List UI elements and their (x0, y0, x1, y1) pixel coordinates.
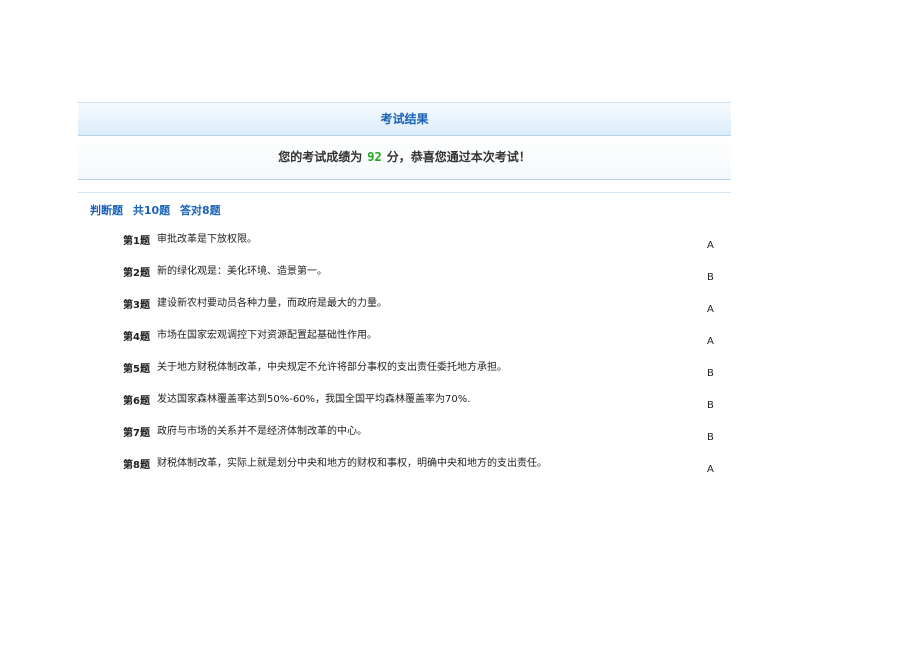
question-number: 第1题 (123, 236, 150, 247)
question-text: 关于地方财税体制改革，中央规定不允许将部分事权的支出责任委托地方承担。 (157, 362, 507, 373)
question-number: 第6题 (123, 396, 150, 407)
section-correct: 答对8题 (180, 204, 221, 217)
question-text: 发达国家森林覆盖率达到50%-60%，我国全国平均森林覆盖率为70%. (157, 394, 471, 405)
section-type: 判断题 (90, 204, 123, 217)
question-answer: B (707, 400, 714, 411)
question-text: 政府与市场的关系并不是经济体制改革的中心。 (157, 426, 367, 437)
question-number: 第8题 (123, 460, 150, 471)
question-row: 第6题 发达国家森林覆盖率达到50%-60%，我国全国平均森林覆盖率为70%. … (0, 390, 920, 420)
divider (78, 192, 731, 193)
score-prefix: 您的考试成绩为 (278, 150, 363, 164)
question-row: 第2题 新的绿化观是：美化环境、造景第一。 B (0, 262, 920, 292)
question-number: 第5题 (123, 364, 150, 375)
result-header: 考试结果 (78, 102, 731, 136)
question-row: 第5题 关于地方财税体制改革，中央规定不允许将部分事权的支出责任委托地方承担。 … (0, 358, 920, 388)
question-text: 新的绿化观是：美化环境、造景第一。 (157, 266, 327, 277)
question-answer: B (707, 368, 714, 379)
question-row: 第3题 建设新农村要动员各种力量，而政府是最大的力量。 A (0, 294, 920, 324)
question-row: 第8题 财税体制改革，实际上就是划分中央和地方的财权和事权，明确中央和地方的支出… (0, 454, 920, 484)
question-number: 第2题 (123, 268, 150, 279)
question-answer: A (707, 240, 714, 251)
question-row: 第4题 市场在国家宏观调控下对资源配置起基础性作用。 A (0, 326, 920, 356)
question-answer: A (707, 464, 714, 475)
section-total: 共10题 (132, 204, 171, 217)
question-number: 第4题 (123, 332, 150, 343)
question-answer: B (707, 272, 714, 283)
question-number: 第7题 (123, 428, 150, 439)
question-number: 第3题 (123, 300, 150, 311)
score-suffix: 分，恭喜您通过本次考试！ (386, 150, 531, 164)
question-text: 审批改革是下放权限。 (157, 234, 257, 245)
result-title: 考试结果 (380, 112, 429, 126)
question-answer: B (707, 432, 714, 443)
question-text: 财税体制改革，实际上就是划分中央和地方的财权和事权，明确中央和地方的支出责任。 (157, 458, 547, 469)
score-value: 92 (367, 150, 382, 164)
question-row: 第1题 审批改革是下放权限。 A (0, 230, 920, 260)
score-summary: 您的考试成绩为 92 分，恭喜您通过本次考试！ (78, 136, 731, 180)
section-heading: 判断题 共10题 答对8题 (90, 202, 227, 218)
question-answer: A (707, 336, 714, 347)
question-text: 建设新农村要动员各种力量，而政府是最大的力量。 (157, 298, 387, 309)
question-text: 市场在国家宏观调控下对资源配置起基础性作用。 (157, 330, 377, 341)
question-answer: A (707, 304, 714, 315)
question-row: 第7题 政府与市场的关系并不是经济体制改革的中心。 B (0, 422, 920, 452)
